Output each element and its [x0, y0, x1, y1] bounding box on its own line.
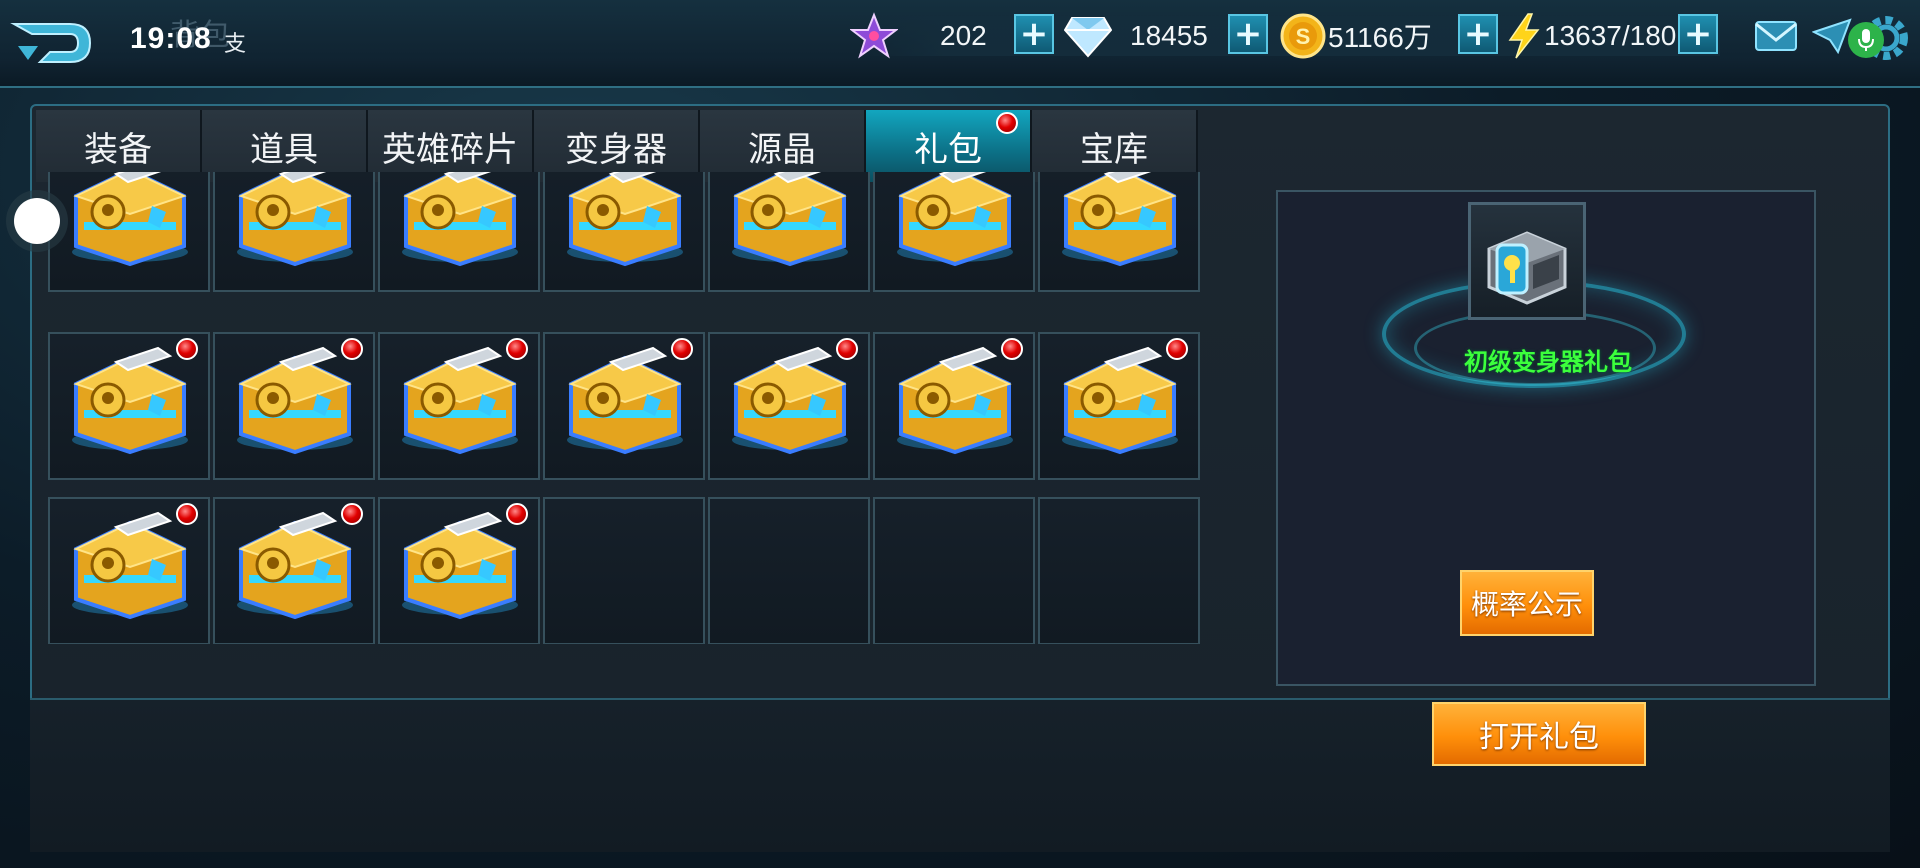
golden-chest-icon — [732, 346, 848, 455]
golden-chest-icon — [1062, 172, 1178, 267]
add-diamonds-button[interactable]: + — [1228, 14, 1268, 54]
svg-text:S: S — [1296, 24, 1311, 49]
golden-chest-icon — [897, 346, 1013, 455]
lightning-icon — [1508, 13, 1540, 59]
paper-plane-icon — [1811, 18, 1852, 55]
golden-chest-icon — [237, 511, 353, 620]
resource-gold: S 51166万 — [1280, 13, 1432, 59]
mail-icon — [1755, 21, 1797, 51]
golden-chest-icon — [567, 346, 683, 455]
golden-chest-icon — [402, 511, 518, 620]
notification-badge — [836, 338, 858, 360]
notification-badge — [506, 338, 528, 360]
inventory-slot[interactable] — [708, 172, 870, 292]
clock: 19:08 — [130, 22, 212, 55]
notification-badge — [341, 338, 363, 360]
inventory-slot-empty[interactable] — [708, 497, 870, 644]
inventory-slot[interactable] — [873, 332, 1035, 480]
golden-chest-icon — [897, 172, 1013, 267]
inventory-slot[interactable] — [378, 332, 540, 480]
selected-item-name: 初级变身器礼包 — [1464, 348, 1632, 376]
back-arrow-icon — [10, 23, 92, 63]
inventory-slot[interactable] — [48, 497, 210, 644]
golden-chest-icon — [72, 346, 188, 455]
inventory-slot[interactable] — [48, 332, 210, 480]
share-button[interactable] — [1811, 18, 1852, 58]
morpher-gift-chest-icon — [1487, 231, 1567, 305]
mail-button[interactable] — [1754, 18, 1798, 58]
notification-badge — [1001, 338, 1023, 360]
tab-label: 源晶 — [748, 129, 816, 170]
resource-energy: 13637/180 — [1506, 13, 1677, 59]
title-glyph: 支 — [224, 32, 247, 57]
diamond-icon — [1064, 17, 1112, 58]
inventory-slot-empty[interactable] — [543, 497, 705, 644]
add-gold-button[interactable]: + — [1458, 14, 1498, 54]
tab-label: 宝库 — [1080, 129, 1148, 170]
notification-badge — [176, 338, 198, 360]
gold-coin-icon: S — [1280, 13, 1326, 59]
inventory-slot[interactable] — [213, 332, 375, 480]
back-button[interactable] — [10, 16, 94, 70]
inventory-slot[interactable] — [708, 332, 870, 480]
probability-button[interactable]: 概率公示 — [1460, 570, 1594, 636]
resource-stars: 202 — [850, 12, 987, 59]
notification-badge — [341, 503, 363, 525]
diamonds-value: 18455 — [1130, 20, 1208, 51]
inventory-slot[interactable] — [543, 172, 705, 292]
notification-badge — [506, 503, 528, 525]
selected-item-slot — [1468, 202, 1586, 320]
inventory-slot[interactable] — [1038, 332, 1200, 480]
tab-label: 变身器 — [565, 129, 667, 170]
open-gift-button[interactable]: 打开礼包 — [1432, 702, 1646, 766]
inventory-slot[interactable] — [543, 332, 705, 480]
voice-button[interactable] — [1848, 22, 1884, 58]
add-energy-button[interactable]: + — [1678, 14, 1718, 54]
inventory-grid — [48, 172, 1204, 644]
golden-chest-icon — [402, 346, 518, 455]
top-bar: 背包支 19:08 202 + 18455 + S 51166万 + 13637… — [0, 0, 1920, 88]
golden-chest-icon — [402, 172, 518, 267]
energy-value: 13637/180 — [1544, 20, 1677, 51]
golden-chest-icon — [732, 172, 848, 267]
resource-diamonds: 18455 — [1064, 14, 1208, 58]
notification-badge — [176, 503, 198, 525]
inventory-slot[interactable] — [378, 172, 540, 292]
golden-chest-icon — [72, 172, 188, 267]
golden-chest-icon — [72, 511, 188, 620]
inventory-slot[interactable] — [873, 172, 1035, 292]
golden-chest-icon — [237, 346, 353, 455]
notification-badge — [671, 338, 693, 360]
tab-label: 道具 — [250, 129, 318, 170]
tab-label: 英雄碎片 — [382, 129, 518, 170]
golden-chest-icon — [1062, 346, 1178, 455]
floating-assist-button[interactable] — [14, 198, 60, 244]
item-detail-panel: 初级变身器礼包 概率公示 — [1276, 190, 1816, 686]
golden-chest-icon — [567, 172, 683, 267]
stars-value: 202 — [940, 20, 987, 51]
inventory-slot-empty[interactable] — [1038, 497, 1200, 644]
inventory-slot[interactable] — [213, 497, 375, 644]
star-icon — [850, 12, 898, 59]
add-stars-button[interactable]: + — [1014, 14, 1054, 54]
inventory-slot[interactable] — [1038, 172, 1200, 292]
notification-badge — [996, 112, 1018, 134]
tab-label: 装备 — [84, 129, 152, 170]
inventory-slot[interactable] — [48, 172, 210, 292]
inventory-slot-empty[interactable] — [873, 497, 1035, 644]
golden-chest-icon — [237, 172, 353, 267]
inventory-slot[interactable] — [213, 172, 375, 292]
notification-badge — [1166, 338, 1188, 360]
inventory-slot[interactable] — [378, 497, 540, 644]
tab-label: 礼包 — [914, 129, 982, 170]
gold-value: 51166万 — [1328, 22, 1432, 53]
microphone-icon — [1858, 29, 1874, 51]
